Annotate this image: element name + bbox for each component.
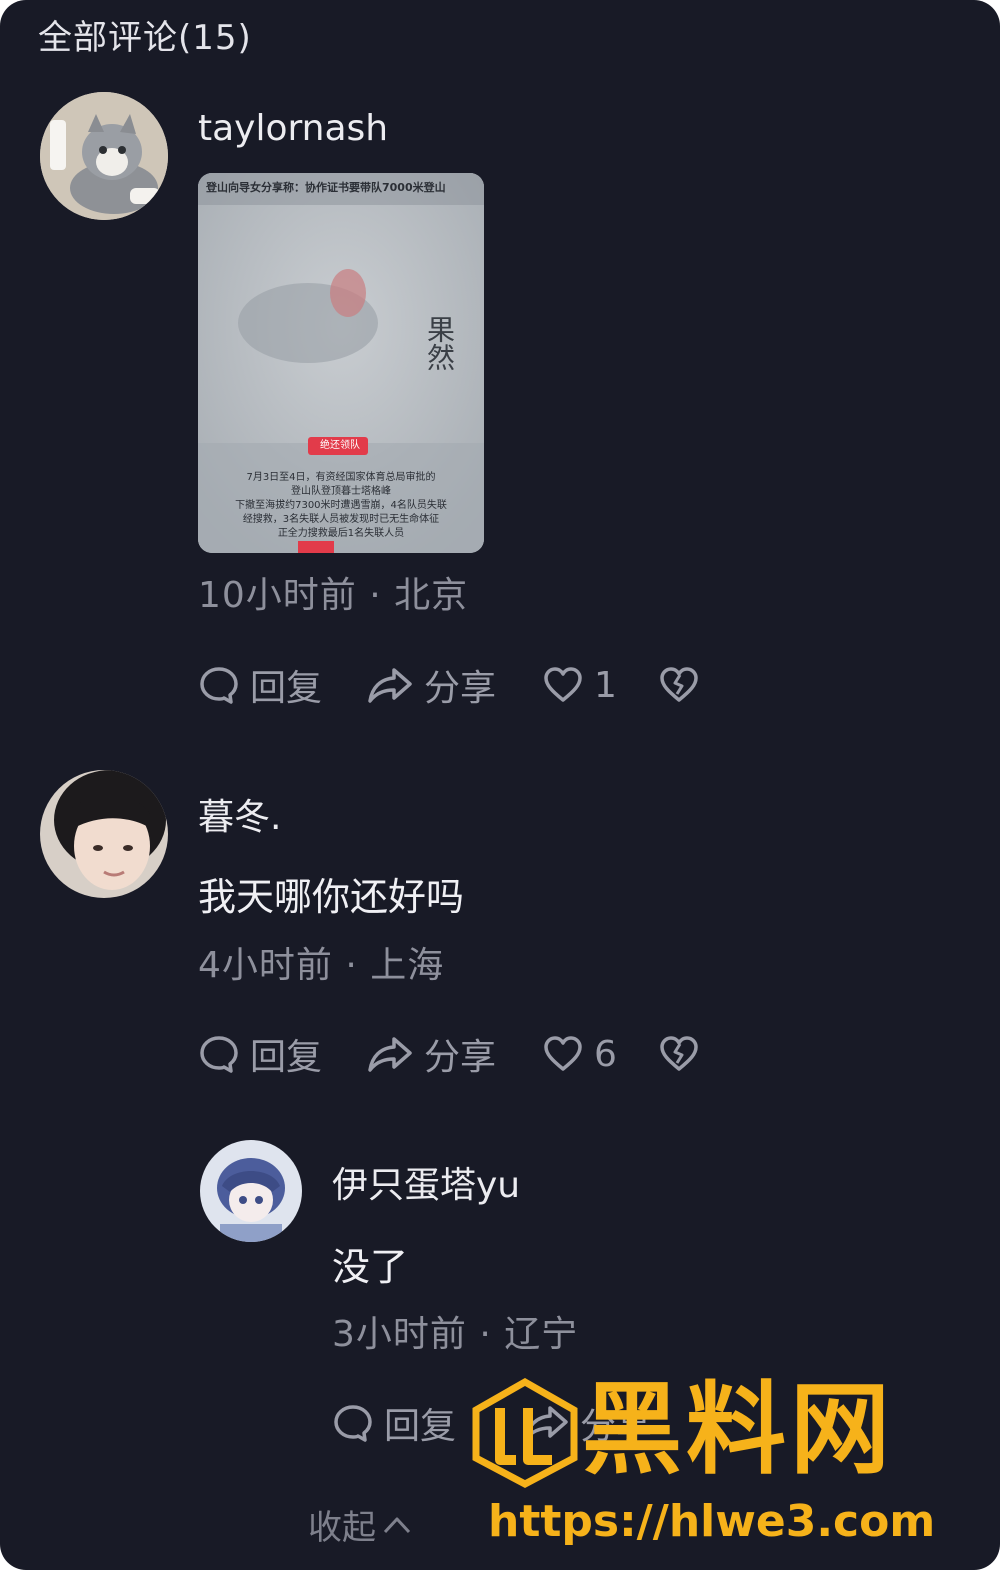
reply-icon <box>200 1036 238 1073</box>
watermark-url: https://hlwe3.com <box>488 1496 936 1547</box>
heart-icon <box>544 1036 582 1071</box>
watermark-logo-icon <box>472 1378 578 1488</box>
cat-avatar-image <box>40 92 168 220</box>
comment-attachment-image[interactable]: 登山向导女分享称：协作证书要带队7000米登山 果然 绝还领队 7月3日至4日，… <box>198 173 484 553</box>
chevron-up-icon <box>383 1517 411 1533</box>
broken-heart-icon <box>660 1036 698 1071</box>
avatar[interactable] <box>200 1140 302 1242</box>
reply-button[interactable]: 回复 <box>198 1031 323 1078</box>
collapse-button[interactable]: 收起 <box>308 1500 414 1549</box>
share-label: 分享 <box>424 668 497 709</box>
meta-separator: · <box>345 945 371 986</box>
attachment-line: 7月3日至4日，有资经国家体育总局审批的 <box>246 472 436 483</box>
attachment-line: 登山队登顶暮士塔格峰 <box>291 486 391 497</box>
reply-icon <box>334 1405 372 1442</box>
comment-meta: 10小时前 · 北京 <box>198 566 468 618</box>
comment-meta: 4小时前 · 上海 <box>198 936 444 988</box>
avatar[interactable] <box>40 770 168 898</box>
comment-text: 没了 <box>332 1245 409 1289</box>
broken-heart-icon <box>660 667 698 702</box>
dislike-button[interactable] <box>658 1031 700 1077</box>
like-count: 1 <box>594 664 617 706</box>
reply-icon <box>200 667 238 704</box>
comment-location: 北京 <box>394 575 469 616</box>
attachment-red-caption: 绝还领队 <box>320 440 360 451</box>
like-count: 6 <box>594 1033 617 1075</box>
reply-button[interactable]: 回复 <box>332 1400 457 1447</box>
comments-panel: 全部评论(15) taylornash 登山向导女分享称：协作证书要带队7000… <box>0 0 1000 1570</box>
share-button[interactable]: 分享 <box>366 1031 497 1078</box>
avatar[interactable] <box>40 92 168 220</box>
share-label: 分享 <box>424 1037 497 1078</box>
heart-icon <box>544 667 582 702</box>
attachment-line: 经搜救，3名失联人员被发现时已无生命体征 <box>242 514 440 525</box>
comment-meta: 3小时前 · 辽宁 <box>332 1305 578 1357</box>
watermark-brand: 黑料网 <box>582 1371 894 1488</box>
meta-separator: · <box>479 1314 505 1355</box>
comment-text: 我天哪你还好吗 <box>198 875 465 919</box>
comment-time: 3小时前 <box>332 1314 467 1355</box>
dislike-button[interactable] <box>658 662 700 708</box>
anime-avatar-image <box>200 1140 302 1242</box>
girl-avatar-image <box>40 770 168 898</box>
reply-button[interactable]: 回复 <box>198 662 323 709</box>
comments-header: 全部评论(15) <box>38 18 252 58</box>
username[interactable]: 伊只蛋塔yu <box>332 1156 520 1208</box>
like-button[interactable]: 6 <box>542 1031 617 1077</box>
watermark: 黑料网 https://hlwe3.com <box>470 1371 990 1558</box>
reply-label: 回复 <box>384 1406 457 1447</box>
reply-label: 回复 <box>250 668 323 709</box>
attachment-side-text: 果然 <box>423 315 456 371</box>
share-icon <box>368 668 412 703</box>
comment-actions: 回复 分享 6 <box>198 1031 718 1078</box>
username[interactable]: taylornash <box>198 108 388 149</box>
comment-time: 4小时前 <box>198 945 333 986</box>
share-button[interactable]: 分享 <box>366 662 497 709</box>
comment-location: 上海 <box>370 945 445 986</box>
collapse-label: 收起 <box>308 1508 376 1548</box>
attachment-line: 正全力搜救最后1名失联人员 <box>277 528 405 539</box>
reply-label: 回复 <box>250 1037 323 1078</box>
username[interactable]: 暮冬. <box>198 788 281 840</box>
like-button[interactable]: 1 <box>542 662 617 708</box>
comment-actions: 回复 分享 1 <box>198 662 718 709</box>
comment-location: 辽宁 <box>504 1314 579 1355</box>
share-icon <box>368 1037 412 1072</box>
attachment-body: 7月3日至4日，有资经国家体育总局审批的 登山队登顶暮士塔格峰 下撤至海拔约73… <box>206 471 476 541</box>
comment-time: 10小时前 <box>198 575 357 616</box>
attachment-headline: 登山向导女分享称：协作证书要带队7000米登山 <box>206 181 446 194</box>
meta-separator: · <box>369 575 395 616</box>
attachment-line: 下撤至海拔约7300米时遭遇雪崩，4名队员失联 <box>235 500 447 511</box>
